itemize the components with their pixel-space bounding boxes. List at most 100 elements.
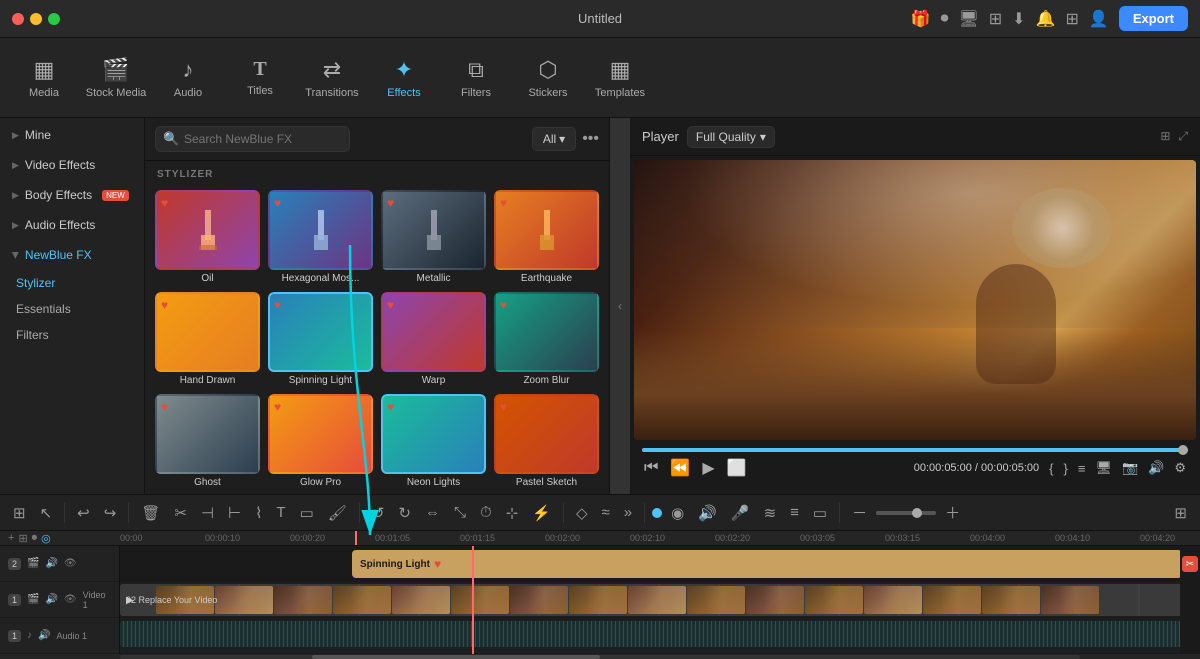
mask-button[interactable]: ▭ — [295, 501, 319, 525]
stop-button[interactable]: ⬜ — [725, 456, 749, 480]
toolbar-titles[interactable]: T Titles — [226, 46, 294, 110]
toolbar-media[interactable]: ▦ Media — [10, 46, 78, 110]
toolbar-audio[interactable]: ♪ Audio — [154, 46, 222, 110]
rotate-ccw-button[interactable]: ↺ — [367, 501, 390, 525]
bracket-open-button[interactable]: { — [1047, 459, 1055, 478]
panel-item-video-effects[interactable]: ▶ Video Effects — [0, 150, 144, 180]
progress-bar[interactable] — [642, 448, 1188, 452]
split-button[interactable]: ⌇ — [250, 501, 267, 525]
gift-icon[interactable]: 🎁 — [911, 9, 931, 29]
mic-button[interactable]: 🎤 — [726, 501, 755, 525]
track-options-icon[interactable]: ⊞ — [18, 532, 27, 545]
keyframe-button[interactable]: ◇ — [571, 501, 593, 525]
layout-mode-button[interactable]: ⊞ — [8, 501, 31, 525]
favorite-icon-spinning[interactable]: ♥ — [274, 298, 281, 312]
bracket-close-button[interactable]: } — [1062, 459, 1070, 478]
snapshot-button[interactable]: 📷 — [1120, 458, 1140, 478]
search-input[interactable] — [155, 126, 350, 152]
effect-item-ghost[interactable]: ♥ Ghost — [155, 394, 260, 488]
stabilize-icon[interactable]: ◎ — [41, 532, 51, 545]
effect-item-neon-lights[interactable]: ♥ Neon Lights — [381, 394, 486, 488]
effect-item-metallic[interactable]: ♥ Metallic — [381, 190, 486, 284]
maximize-button[interactable] — [48, 13, 60, 25]
favorite-icon-metallic[interactable]: ♥ — [387, 196, 394, 210]
export-button[interactable]: Export — [1119, 6, 1188, 31]
close-button[interactable] — [12, 13, 24, 25]
effect-item-earthquake[interactable]: ♥ Earthquake — [494, 190, 599, 284]
eye-icon-video[interactable]: 👁 — [64, 594, 77, 605]
record-header-icon[interactable]: ⏺ — [32, 532, 38, 545]
record-icon[interactable]: ⏺ — [940, 10, 948, 28]
download-icon[interactable]: ⬇ — [1012, 9, 1025, 29]
favorite-icon-earthquake[interactable]: ♥ — [500, 196, 507, 210]
monitor-button[interactable]: 🖥 — [1093, 458, 1114, 478]
favorite-icon-ghost[interactable]: ♥ — [161, 400, 168, 414]
effect-item-warp[interactable]: ♥ Warp — [381, 292, 486, 386]
audio-clip[interactable] — [120, 621, 1200, 647]
settings-button[interactable]: ⚙ — [1172, 458, 1188, 478]
toolbar-stock-media[interactable]: 🎬 Stock Media — [82, 46, 150, 110]
zoom-out-button[interactable]: － — [847, 499, 872, 526]
effect-item-glow-pro[interactable]: ♥ Glow Pro — [268, 394, 373, 488]
grid-icon[interactable]: ⊞ — [989, 9, 1002, 29]
collapse-panel-button[interactable]: ‹ — [610, 118, 630, 494]
effect-item-zoom-blur[interactable]: ♥ Zoom Blur — [494, 292, 599, 386]
rotate-cw-button[interactable]: ↻ — [393, 501, 416, 525]
zoom-slider[interactable] — [876, 511, 936, 515]
trim-right-button[interactable]: ⊢ — [223, 501, 246, 525]
grid-timeline-button[interactable]: ⊞ — [1169, 501, 1192, 525]
quality-selector[interactable]: Full Quality ▾ — [687, 126, 775, 148]
text-button[interactable]: T — [271, 501, 290, 524]
paint-button[interactable]: 🖌 — [323, 501, 352, 525]
toolbar-stickers[interactable]: ⬡ Stickers — [514, 46, 582, 110]
toolbar-templates[interactable]: ▦ Templates — [586, 46, 654, 110]
panel-sub-stylizer[interactable]: Stylizer — [0, 270, 144, 296]
play-button[interactable]: ▶ — [700, 456, 716, 480]
panel-item-body-effects[interactable]: ▶ Body Effects NEW — [0, 180, 144, 210]
transform-button[interactable]: ⤡ — [449, 501, 471, 524]
redo-button[interactable]: ↪ — [99, 501, 122, 525]
toolbar-effects[interactable]: ✦ Effects — [370, 46, 438, 110]
caption-button[interactable]: ≡ — [785, 501, 804, 524]
audio-eq-button[interactable]: 🔊 — [693, 501, 722, 525]
delete-button[interactable]: 🗑 — [136, 501, 165, 525]
step-back-button[interactable]: ⏪ — [668, 456, 692, 480]
favorite-icon-neon[interactable]: ♥ — [387, 400, 394, 414]
monitor-icon[interactable]: 🖥 — [958, 9, 978, 29]
effects-adjust-button[interactable]: ⚡ — [527, 501, 556, 525]
panel-sub-filters[interactable]: Filters — [0, 322, 144, 348]
expand-icon[interactable]: ⤢ — [1178, 129, 1188, 144]
favorite-icon-oil[interactable]: ♥ — [161, 196, 168, 210]
effect-item-pastel-sketch[interactable]: ♥ Pastel Sketch — [494, 394, 599, 488]
layout-button[interactable]: ≡ — [1076, 459, 1088, 478]
volume-button[interactable]: 🔊 — [1146, 458, 1166, 478]
video-clip[interactable]: ▶ — [120, 584, 1200, 616]
effect-item-hexagonal-mos[interactable]: ♥ Hexagonal Mos... — [268, 190, 373, 284]
minimize-button[interactable] — [30, 13, 42, 25]
toolbar-transitions[interactable]: ⇄ Transitions — [298, 46, 366, 110]
favorite-icon-glow[interactable]: ♥ — [274, 400, 281, 414]
trim-left-button[interactable]: ⊣ — [196, 501, 219, 525]
apps-icon[interactable]: ⊞ — [1066, 9, 1079, 29]
eye-icon-fx[interactable]: 👁 — [64, 558, 77, 569]
skip-back-button[interactable]: ⏮ — [642, 457, 660, 479]
toolbar-filters[interactable]: ⧉ Filters — [442, 46, 510, 110]
favorite-icon-warp[interactable]: ♥ — [387, 298, 394, 312]
cut-button[interactable]: ✂ — [169, 501, 192, 525]
voice-button[interactable]: ≋ — [759, 501, 782, 525]
ripple-button[interactable]: ≈ — [597, 501, 615, 524]
crop-button[interactable]: ⊹ — [501, 501, 524, 525]
effect-item-hand-drawn[interactable]: ♥ Hand Drawn — [155, 292, 260, 386]
scrollbar-thumb[interactable] — [312, 655, 600, 659]
more-tools-button[interactable]: » — [619, 501, 637, 524]
fx-clip[interactable]: Spinning Light ♥ — [352, 550, 1182, 578]
scrollbar-track[interactable] — [120, 655, 1080, 659]
panel-sub-essentials[interactable]: Essentials — [0, 296, 144, 322]
subtitle-button[interactable]: ▭ — [808, 501, 832, 525]
effect-item-spinning-light[interactable]: ♥ Spinning Light — [268, 292, 373, 386]
more-options-button[interactable]: ••• — [582, 130, 599, 148]
favorite-icon-hand[interactable]: ♥ — [161, 298, 168, 312]
panel-item-mine[interactable]: ▶ Mine — [0, 120, 144, 150]
grid-view-icon[interactable]: ⊞ — [1160, 129, 1170, 144]
all-filter-button[interactable]: All ▾ — [532, 127, 576, 151]
